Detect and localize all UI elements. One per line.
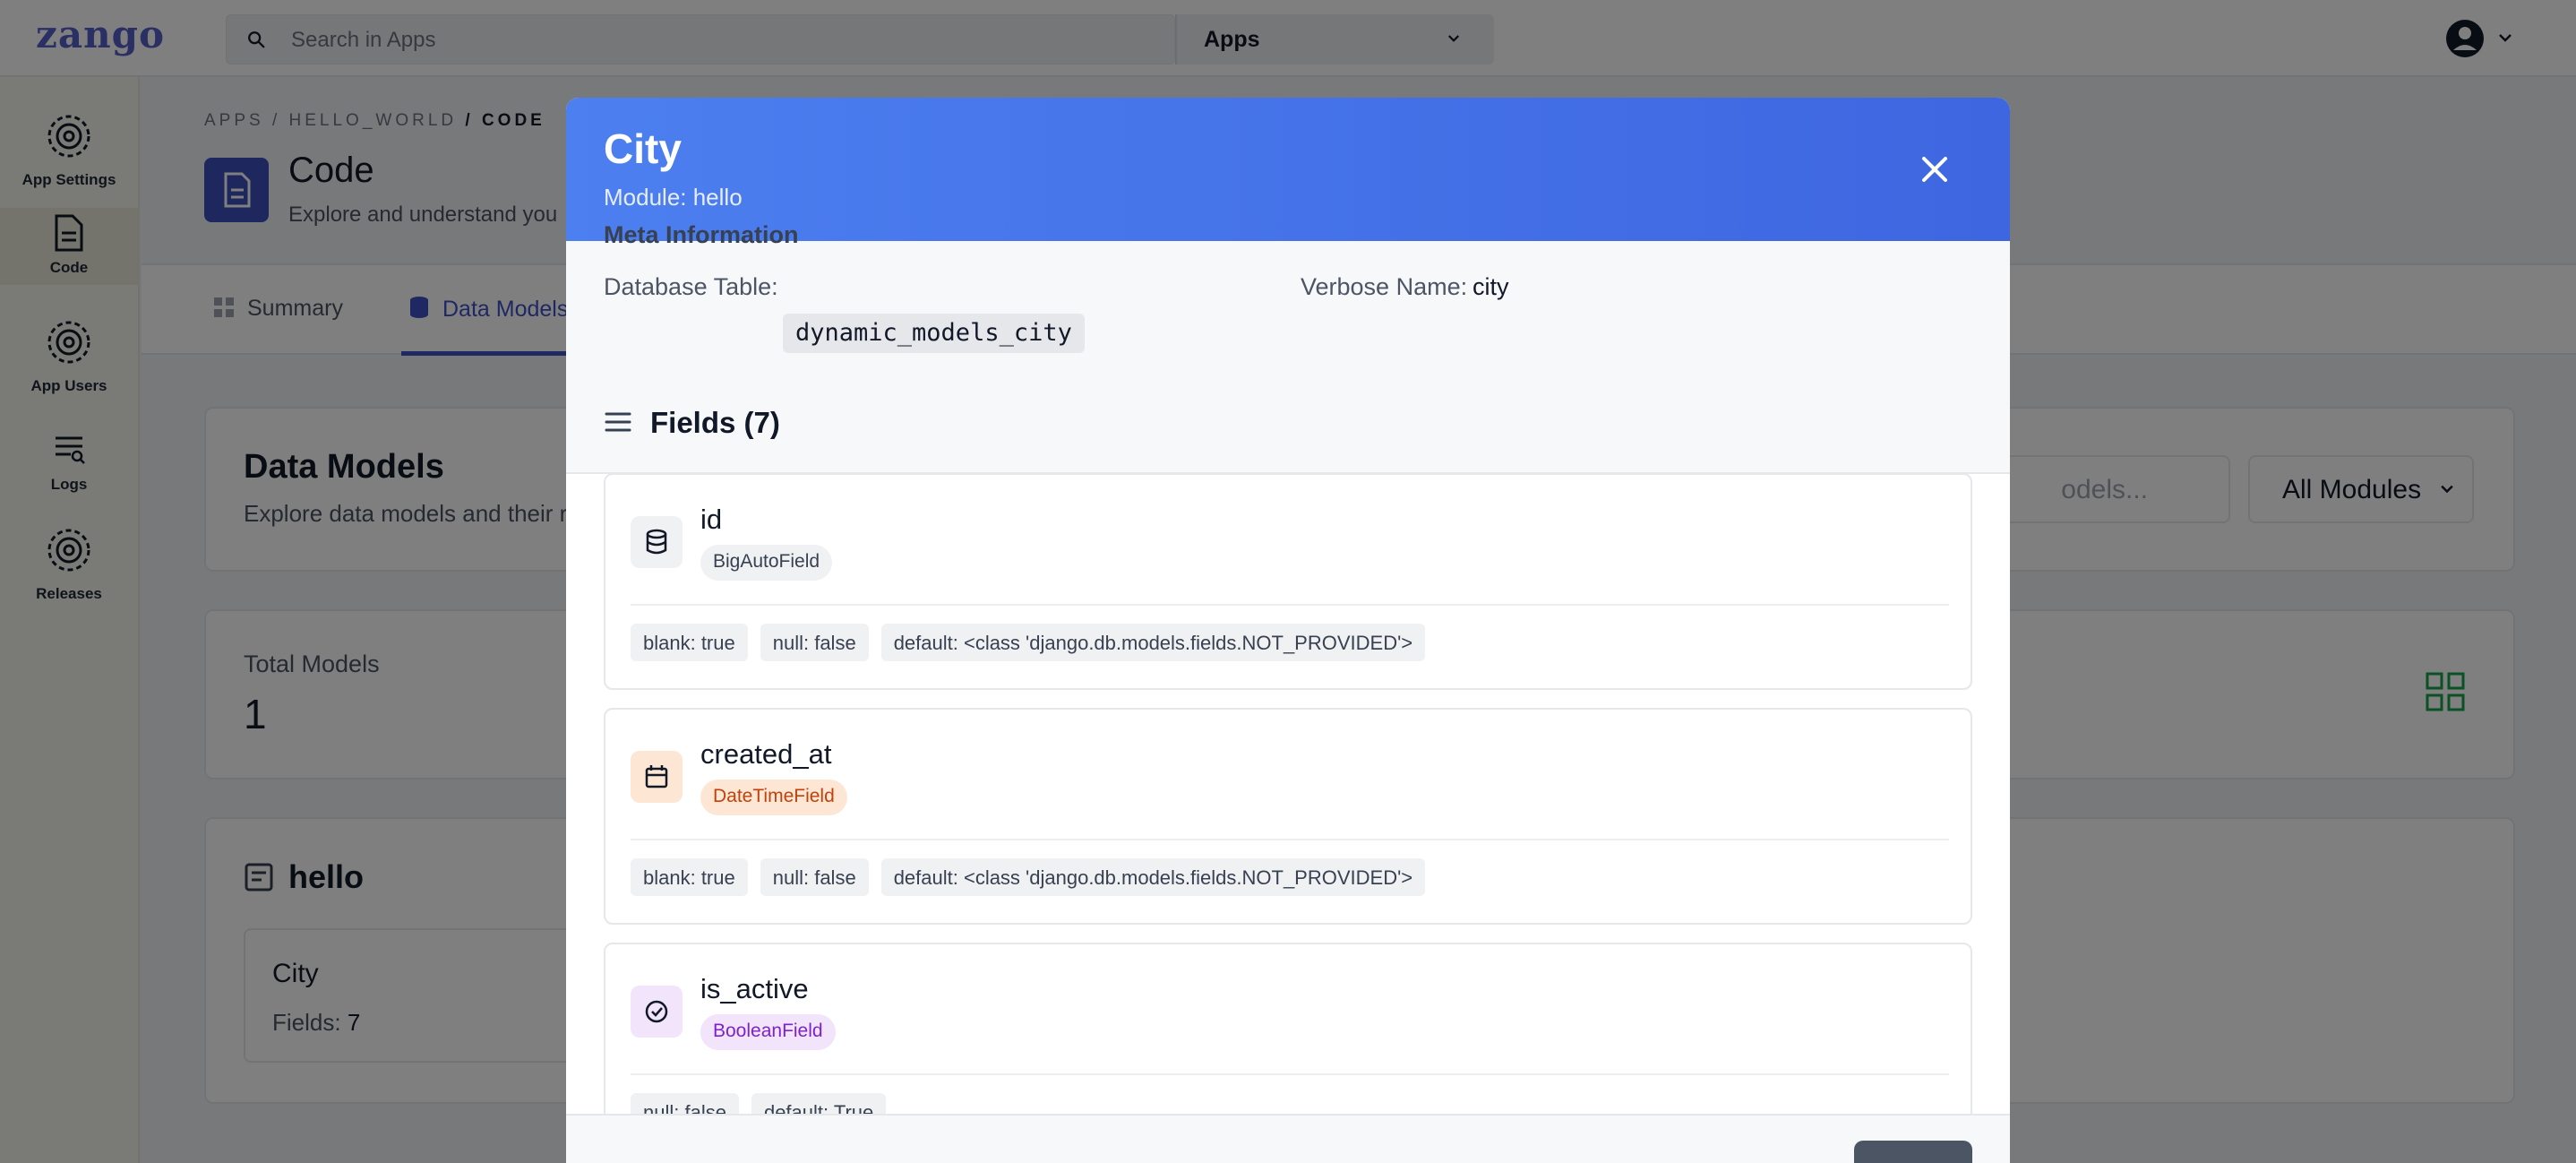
- divider: [631, 604, 1949, 606]
- divider: [631, 1073, 1949, 1075]
- modal-header: City Module: hello: [566, 98, 2010, 241]
- field-name: id: [700, 504, 723, 535]
- field-card-created-at: created_at DateTimeField blank: true nul…: [604, 708, 1972, 925]
- modal-footer-button[interactable]: [1854, 1141, 1972, 1163]
- attribute-tag: null: false: [760, 858, 869, 896]
- field-attribute-tags: blank: true null: false default: <class …: [631, 624, 1426, 661]
- field-type-badge: BigAutoField: [700, 545, 833, 581]
- model-detail-modal: City Module: hello Meta Information Data…: [566, 98, 2010, 1163]
- attribute-tag: blank: true: [631, 624, 748, 661]
- field-type-badge: BooleanField: [700, 1014, 836, 1050]
- attribute-tag: blank: true: [631, 858, 748, 896]
- list-icon: [604, 408, 632, 441]
- check-circle-icon: [631, 986, 683, 1038]
- db-table-value: dynamic_models_city: [783, 314, 1085, 353]
- field-name: created_at: [700, 738, 832, 770]
- modal-subtitle: Module: hello: [604, 184, 743, 211]
- database-icon: [631, 516, 683, 568]
- divider: [631, 839, 1949, 840]
- attribute-tag: default: <class 'django.db.models.fields…: [880, 624, 1426, 661]
- attribute-tag: null: false: [760, 624, 869, 661]
- field-attribute-tags: blank: true null: false default: <class …: [631, 858, 1426, 896]
- modal-title: City: [604, 125, 682, 172]
- field-type-badge: DateTimeField: [700, 780, 847, 815]
- field-name: is_active: [700, 973, 809, 1004]
- close-button[interactable]: [1917, 151, 1953, 187]
- meta-heading: Meta Information: [604, 221, 799, 248]
- attribute-tag: default: <class 'django.db.models.fields…: [880, 858, 1426, 896]
- close-icon: [1922, 157, 1947, 182]
- verbose-name-value: city: [1473, 273, 1509, 300]
- meta-information-section: [566, 241, 2010, 474]
- db-table-label: Database Table:: [604, 273, 778, 300]
- modal-footer: [566, 1114, 2010, 1163]
- calendar-icon: [631, 751, 683, 803]
- fields-heading: Fields (7): [650, 406, 780, 439]
- field-card-id: id BigAutoField blank: true null: false …: [604, 473, 1972, 690]
- verbose-name-label: Verbose Name:: [1301, 273, 1468, 300]
